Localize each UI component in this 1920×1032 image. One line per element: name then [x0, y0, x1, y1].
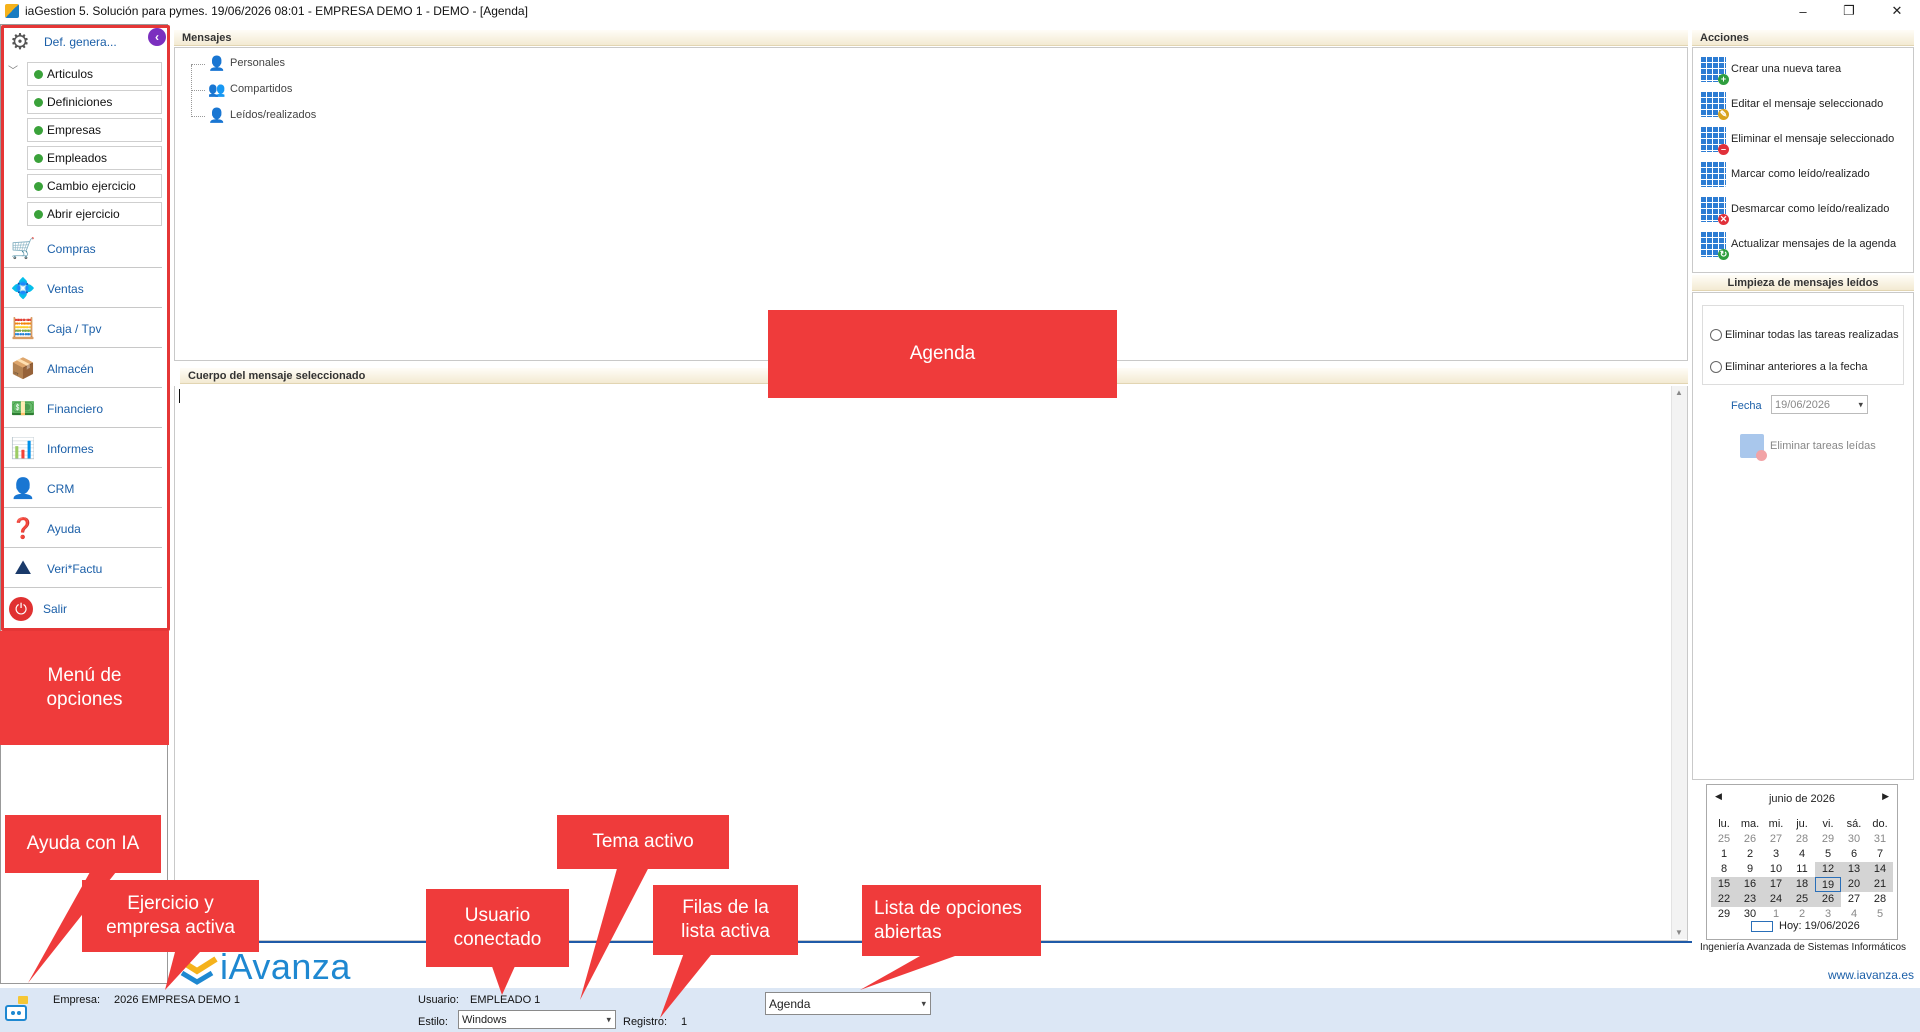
callout-agenda: Agenda: [768, 310, 1117, 398]
callout-fiscal-year: Ejercicio y empresa activa: [82, 880, 259, 952]
callout-menu: Menú de opciones: [0, 631, 169, 745]
callout-ai-help: Ayuda con IA: [5, 815, 161, 873]
callout-rows: Filas de la lista activa: [653, 885, 798, 955]
callout-pointers: [28, 865, 955, 1018]
callout-theme: Tema activo: [557, 815, 729, 869]
callout-open-list: Lista de opciones abiertas: [862, 885, 1041, 956]
callout-user: Usuario conectado: [426, 889, 569, 967]
